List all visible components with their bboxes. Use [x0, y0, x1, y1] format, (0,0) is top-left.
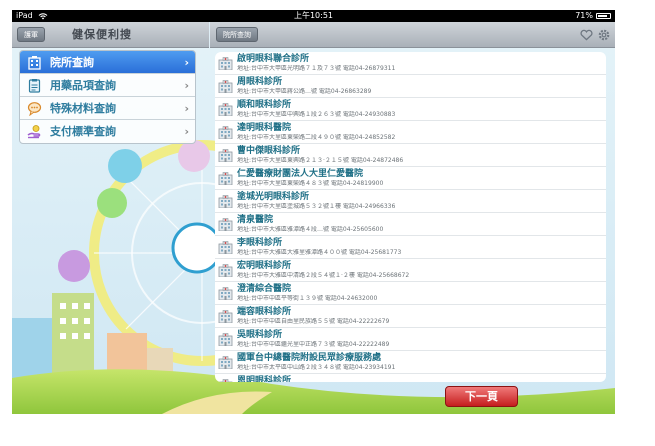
app-title: 健保便利搜	[72, 28, 132, 41]
list-item[interactable]: 李眼科診所 地址:台中市大雅區大雅里雅潭路４００號 電話04-25681773	[215, 236, 606, 259]
right-navigation-bar: 院所查詢	[210, 22, 615, 48]
institution-address: 地址:台中市中區自由里民族路５５號 電話04-22222679	[237, 318, 390, 325]
screenshot-frame: iPad 上午10:51 71% 護軍 健保便利搜 院所查詢 院所查詢 › 用藥…	[0, 0, 655, 446]
ipad-screen: iPad 上午10:51 71% 護軍 健保便利搜 院所查詢 院所查詢 › 用藥…	[12, 10, 615, 414]
institution-address: 地址:台中市大里區東興路２１３‧２１５號 電話04-24872486	[237, 157, 404, 164]
institution-name: 宏明眼科診所	[237, 261, 292, 271]
gear-icon[interactable]	[597, 28, 611, 42]
menu-item-special-material-query[interactable]: 特殊材料查詢 ›	[20, 97, 195, 120]
heart-icon[interactable]	[580, 29, 593, 41]
clipboard-icon	[28, 79, 41, 93]
hand-coin-icon	[27, 125, 41, 139]
battery-icon	[596, 13, 611, 19]
chevron-right-icon: ›	[184, 102, 189, 115]
list-item[interactable]: 宏明眼科診所 地址:台中市大雅區中清路２段５４號１‧２樓 電話04-256686…	[215, 259, 606, 282]
institution-address: 地址:台中市大甲區光明路７１及７３號 電話04-26879311	[237, 65, 396, 72]
list-item[interactable]: 清泉醫院 地址:台中市大雅區雅潭路４段…號 電話04-25605600	[215, 213, 606, 236]
list-item[interactable]: 恩明眼科診所	[215, 374, 606, 382]
hospital-building-icon	[218, 356, 233, 369]
list-item[interactable]: 周眼科診所 地址:台中市大甲區蔣公路…號 電話04-26863289	[215, 75, 606, 98]
institution-address: 地址:台中市中區繼光里中正路７３號 電話04-22222489	[237, 341, 390, 348]
institution-name: 達明眼科醫院	[237, 123, 292, 133]
list-item[interactable]: 澄清綜合醫院 地址:台中市中區平等街１３９號 電話04-24632000	[215, 282, 606, 305]
institution-name: 李眼科診所	[237, 238, 283, 248]
menu-item-payment-standard-query[interactable]: 支付標準查詢 ›	[20, 120, 195, 143]
list-item[interactable]: 順和眼科診所 地址:台中市大里區中興路１段２６３號 電話04-24930883	[215, 98, 606, 121]
left-navigation-bar: 護軍 健保便利搜	[12, 22, 209, 48]
institution-name: 周眼科診所	[237, 77, 283, 87]
institution-address: 地址:台中市大里區塗城路５３２號１樓 電話04-24966336	[237, 203, 396, 210]
menu-item-institution-query[interactable]: 院所查詢 ›	[20, 51, 195, 74]
institution-name: 仁愛醫療財團法人大里仁愛醫院	[237, 169, 364, 179]
institution-address: 地址:台中市大雅區大雅里雅潭路４００號 電話04-25681773	[237, 249, 402, 256]
list-item[interactable]: 仁愛醫療財團法人大里仁愛醫院 地址:台中市大里區東榮路４８３號 電話04-248…	[215, 167, 606, 190]
institution-name: 吳眼科診所	[237, 330, 283, 340]
institution-address: 地址:台中市大雅區雅潭路４段…號 電話04-25605600	[237, 226, 384, 233]
institution-address: 地址:台中市太平區中山路２段３４８號 電話04-23934191	[237, 364, 396, 371]
hospital-building-icon	[218, 218, 233, 231]
list-item[interactable]: 啟明眼科聯合診所 地址:台中市大甲區光明路７１及７３號 電話04-2687931…	[215, 52, 606, 75]
hospital-building-icon	[218, 264, 233, 277]
hospital-building-icon	[218, 57, 233, 70]
chevron-right-icon: ›	[184, 79, 189, 92]
hospital-building-icon	[218, 287, 233, 300]
hospital-building-icon	[218, 172, 233, 185]
chevron-right-icon: ›	[184, 56, 189, 69]
hospital-building-icon	[218, 103, 233, 116]
status-bar: iPad 上午10:51 71%	[12, 10, 615, 22]
institution-name: 端容眼科診所	[237, 307, 292, 317]
institution-name: 恩明眼科診所	[237, 376, 292, 382]
institution-name: 曹中傑眼科診所	[237, 146, 301, 156]
building-icon	[28, 56, 41, 70]
hospital-building-icon	[218, 310, 233, 323]
list-item[interactable]: 塗城光明眼科診所 地址:台中市大里區塗城路５３２號１樓 電話04-2496633…	[215, 190, 606, 213]
hospital-building-icon	[218, 126, 233, 139]
list-item[interactable]: 達明眼科醫院 地址:台中市大里區東榮路二段４９０號 電話04-24852582	[215, 121, 606, 144]
menu-item-label: 院所查詢	[50, 56, 94, 69]
menu-item-label: 支付標準查詢	[50, 125, 116, 138]
institution-address: 地址:台中市中區平等街１３９號 電話04-24632000	[237, 295, 378, 302]
institution-name: 順和眼科診所	[237, 100, 292, 110]
list-item[interactable]: 端容眼科診所 地址:台中市中區自由里民族路５５號 電話04-22222679	[215, 305, 606, 328]
chat-bubble-icon	[27, 102, 42, 116]
institution-name: 澄清綜合醫院	[237, 284, 292, 294]
hospital-building-icon	[218, 80, 233, 93]
hospital-building-icon	[218, 333, 233, 346]
institution-address: 地址:台中市大里區中興路１段２６３號 電話04-24930883	[237, 111, 396, 118]
chevron-right-icon: ›	[184, 125, 189, 138]
institution-query-back-button[interactable]: 院所查詢	[216, 27, 258, 42]
menu-item-label: 特殊材料查詢	[50, 102, 116, 115]
institution-address: 地址:台中市大雅區中清路２段５４號１‧２樓 電話04-25668672	[237, 272, 410, 279]
next-page-button[interactable]: 下一頁	[445, 386, 518, 407]
institution-name: 塗城光明眼科診所	[237, 192, 310, 202]
list-item[interactable]: 曹中傑眼科診所 地址:台中市大里區東興路２１３‧２１５號 電話04-248724…	[215, 144, 606, 167]
institution-address: 地址:台中市大甲區蔣公路…號 電話04-26863289	[237, 88, 372, 95]
hospital-building-icon	[218, 149, 233, 162]
list-item[interactable]: 國軍台中總醫院附設民眾診療服務處 地址:台中市太平區中山路２段３４８號 電話04…	[215, 351, 606, 374]
query-menu: 院所查詢 › 用藥品項查詢 › 特殊材料查詢 › 支付標準查詢 ›	[19, 50, 196, 144]
status-time: 上午10:51	[293, 11, 334, 20]
menu-item-label: 用藥品項查詢	[50, 79, 116, 92]
hospital-building-icon	[218, 195, 233, 208]
institution-address: 地址:台中市大里區東榮路４８３號 電話04-24819900	[237, 180, 384, 187]
hospital-building-icon	[218, 379, 233, 382]
hospital-building-icon	[218, 241, 233, 254]
back-button[interactable]: 護軍	[17, 27, 45, 42]
institution-name: 啟明眼科聯合診所	[237, 54, 310, 64]
institution-result-list: 啟明眼科聯合診所 地址:台中市大甲區光明路７１及７３號 電話04-2687931…	[215, 52, 606, 382]
battery-percent: 71%	[575, 11, 593, 20]
institution-name: 國軍台中總醫院附設民眾診療服務處	[237, 353, 382, 363]
menu-item-medicine-query[interactable]: 用藥品項查詢 ›	[20, 74, 195, 97]
list-item[interactable]: 吳眼科診所 地址:台中市中區繼光里中正路７３號 電話04-22222489	[215, 328, 606, 351]
institution-name: 清泉醫院	[237, 215, 274, 225]
institution-address: 地址:台中市大里區東榮路二段４９０號 電話04-24852582	[237, 134, 396, 141]
